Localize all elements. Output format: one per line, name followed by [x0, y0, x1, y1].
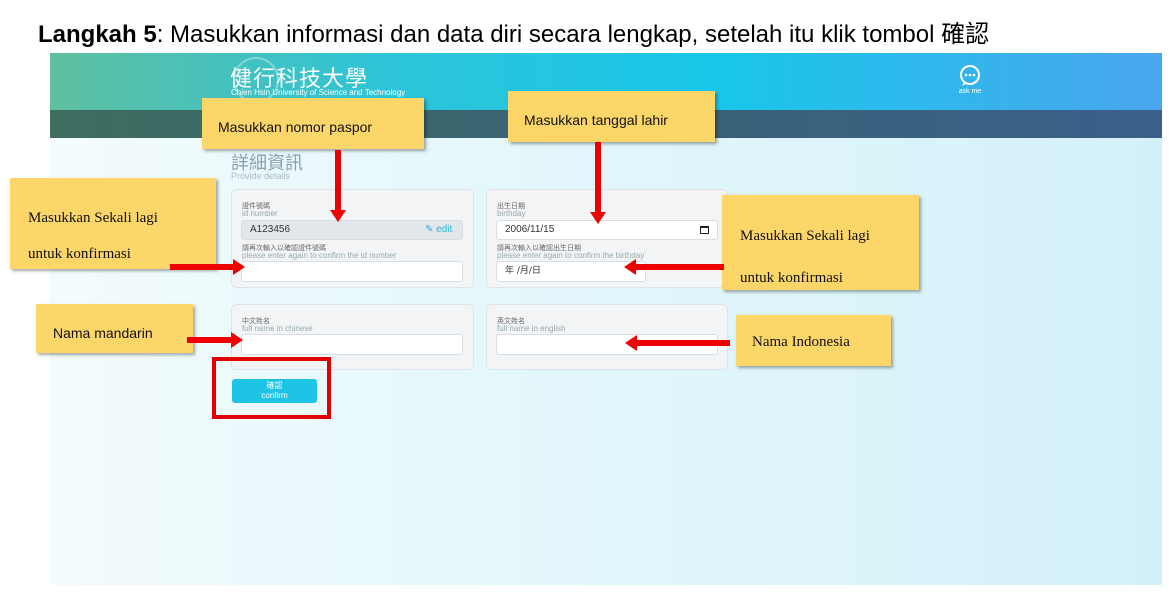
note-reenter-right-line2: untuk konfirmasi: [740, 270, 843, 286]
english-name-label-en: full name in english: [497, 324, 566, 333]
arrow-to-chinese-name-field: [187, 332, 243, 348]
birthday-card: 出生日期 birthday 2006/11/15 請再次輸入以確認出生日期 pl…: [486, 189, 728, 288]
instruction-button-ref: 確認: [941, 20, 990, 48]
note-reenter-right-line1: Masukkan Sekali lagi: [740, 228, 870, 244]
arrow-to-id-confirm-field: [170, 259, 245, 275]
id-number-label-en: id number: [242, 209, 278, 218]
id-confirm-label-en: please enter again to confirm the id num…: [242, 251, 397, 260]
note-passport: Masukkan nomor paspor: [202, 98, 424, 149]
page-subtitle: Provide details: [231, 171, 291, 181]
birthday-field[interactable]: 2006/11/15: [496, 220, 718, 240]
birthday-label-en: birthday: [497, 209, 526, 218]
birthday-confirm-label-en: please enter again to confirm the birthd…: [497, 251, 645, 260]
chinese-name-label-en: full name in chinese: [242, 324, 313, 333]
edit-id-button[interactable]: ✎ edit: [425, 224, 452, 235]
note-reenter-right: Masukkan Sekali lagi untuk konfirmasi: [722, 195, 919, 290]
arrow-to-birthday-field: [590, 142, 606, 224]
note-mandarin-name: Nama mandarin: [36, 304, 193, 353]
note-reenter-left-line1: Masukkan Sekali lagi: [28, 210, 158, 226]
instruction-text: : Masukkan informasi dan data diri secar…: [156, 21, 942, 48]
chat-bubble-icon: [960, 65, 980, 86]
arrow-to-id-field: [330, 150, 346, 222]
confirm-highlight-box: [212, 357, 331, 419]
id-number-card: 證件號碼 id number A123456 ✎ edit 請再次輸入以確認證件…: [231, 189, 474, 288]
ask-me-button[interactable]: ask me: [950, 65, 990, 95]
note-birthdate: Masukkan tanggal lahir: [508, 91, 715, 142]
ask-me-label: ask me: [958, 88, 982, 95]
note-reenter-left: Masukkan Sekali lagi untuk konfirmasi: [10, 178, 216, 269]
chinese-name-field[interactable]: [241, 334, 463, 355]
university-name-en: Chien Hsin University of Science and Tec…: [231, 88, 406, 97]
pencil-icon: ✎: [425, 224, 434, 235]
step-label: Langkah 5: [38, 21, 157, 48]
note-indonesian-name: Nama Indonesia: [736, 315, 891, 366]
calendar-icon[interactable]: [700, 226, 709, 234]
instruction-title: Langkah 5: Masukkan informasi dan data d…: [38, 14, 989, 49]
english-name-card: 英文姓名 full name in english: [486, 304, 728, 370]
id-confirm-field[interactable]: [241, 261, 463, 282]
arrow-to-birthday-confirm-field: [624, 259, 724, 275]
arrow-to-english-name-field: [625, 335, 730, 351]
edit-label: edit: [436, 224, 453, 235]
